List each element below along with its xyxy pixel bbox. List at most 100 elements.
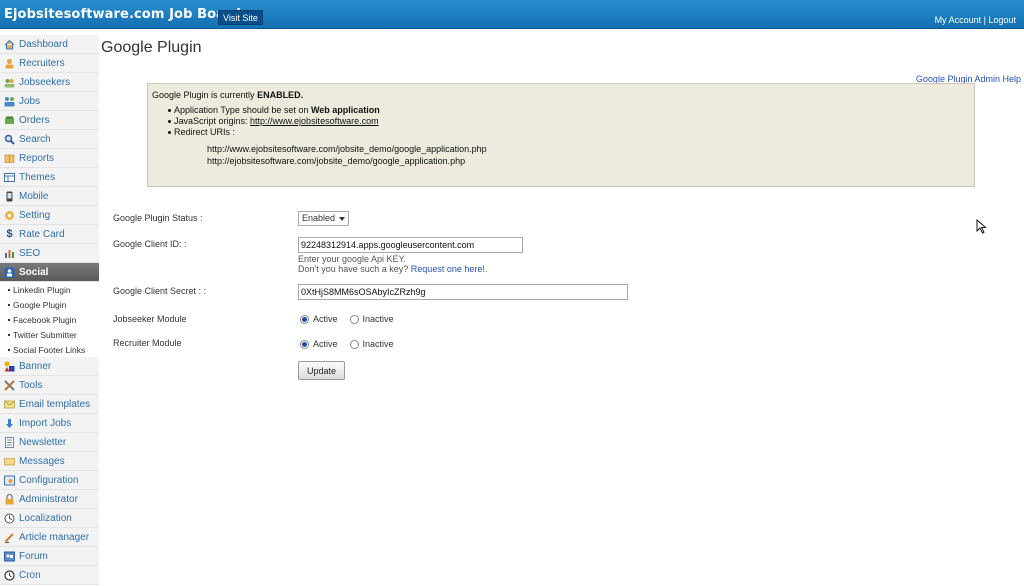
jobseeker-module-label: Jobseeker Module (113, 314, 187, 324)
status-value: ENABLED. (257, 90, 304, 100)
subnav-label: Twitter Submitter (13, 329, 77, 340)
sidebar-item-email-templates[interactable]: Email templates (0, 395, 99, 414)
envelope-icon (4, 399, 15, 410)
visit-site-button[interactable]: Visit Site (218, 10, 263, 25)
sidebar-item-label: Email templates (19, 398, 91, 410)
sidebar-item-administrator[interactable]: Administrator (0, 490, 99, 509)
status-select-value: Enabled (302, 213, 336, 223)
sidebar-item-rate-card[interactable]: $ Rate Card (0, 225, 99, 244)
subnav-social-footer-links[interactable]: Social Footer Links (0, 342, 99, 357)
jobseeker-active-radio[interactable] (300, 314, 309, 324)
bullet-icon (8, 333, 10, 336)
status-prefix: Google Plugin is currently (152, 90, 258, 100)
sidebar-item-cron[interactable]: Cron (0, 566, 99, 585)
plugin-status-line: Google Plugin is currently ENABLED. (152, 90, 970, 100)
sidebar-item-import-jobs[interactable]: Import Jobs (0, 414, 99, 433)
recruiter-inactive-radio[interactable] (349, 339, 359, 349)
request-key-link[interactable]: Request one here! (411, 264, 485, 274)
top-bar: Ejobsitesoftware.com Job Board Visit Sit… (0, 0, 1024, 29)
sidebar-item-label: SEO (19, 247, 41, 259)
client-id-hint: Enter your google Api KEY. (298, 254, 406, 264)
sidebar-item-label: Mobile (19, 190, 49, 202)
radio-label: Inactive (362, 339, 394, 349)
sidebar-item-label: Messages (19, 455, 65, 467)
share-icon (4, 267, 15, 278)
sidebar-item-orders[interactable]: Orders (0, 111, 99, 130)
sidebar-item-jobs[interactable]: Jobs (0, 92, 99, 111)
subnav-linkedin-plugin[interactable]: Linkedin Plugin (0, 282, 99, 297)
sidebar-item-label: Search (19, 133, 51, 145)
magnifier-icon (4, 134, 15, 145)
sidebar-item-localization[interactable]: Localization (0, 509, 99, 528)
logout-link[interactable]: Logout (988, 15, 1016, 25)
origin-link[interactable]: http://www.ejobsitesoftware.com (250, 116, 379, 126)
plugin-info-box: Google Plugin is currently ENABLED. Appl… (147, 83, 975, 187)
sidebar-item-mobile[interactable]: Mobile (0, 187, 99, 206)
book-icon (4, 153, 15, 164)
sidebar-item-label: Tools (19, 379, 43, 391)
bullet-icon (8, 318, 10, 321)
sidebar-item-forum[interactable]: Forum (0, 547, 99, 566)
sidebar-item-label: Configuration (19, 474, 79, 486)
sidebar-item-setting[interactable]: Setting (0, 206, 99, 225)
sidebar-item-article-manager[interactable]: Article manager (0, 528, 99, 547)
sidebar-item-banner[interactable]: Banner (0, 357, 99, 376)
info-item: JavaScript origins: http://www.ejobsites… (168, 116, 970, 127)
chevron-down-icon (339, 217, 345, 221)
sidebar-item-tools[interactable]: Tools (0, 376, 99, 395)
users-icon (4, 77, 15, 88)
sidebar-item-label: Dashboard (19, 38, 68, 50)
mouse-cursor-icon (976, 219, 987, 234)
brand-title[interactable]: Ejobsitesoftware.com Job Board (4, 7, 241, 22)
chart-icon (4, 248, 15, 259)
bullet-icon (8, 348, 10, 351)
people-icon (4, 96, 15, 107)
hint-text: . (484, 264, 488, 274)
tools-icon (4, 379, 15, 391)
sidebar-item-label: Localization (19, 512, 72, 524)
sidebar: Dashboard Recruiters Jobseekers Jobs Ord… (0, 35, 99, 586)
jobseeker-inactive-radio[interactable] (349, 314, 359, 324)
status-label: Google Plugin Status : (113, 213, 203, 223)
client-id-field[interactable]: 92248312914.apps.googleusercontent.com (298, 237, 523, 253)
subnav-google-plugin[interactable]: Google Plugin (0, 297, 99, 312)
sidebar-item-label: Jobseekers (19, 76, 71, 88)
radio-label: Inactive (362, 314, 394, 324)
account-separator: | (983, 15, 986, 25)
client-secret-field[interactable]: 0XtHjS8MM6sOSAbyIcZRzh9g (298, 284, 628, 300)
sidebar-item-label: Setting (19, 209, 51, 221)
house-icon (4, 39, 15, 50)
sidebar-item-recruiters[interactable]: Recruiters (0, 54, 99, 73)
sidebar-item-label: Reports (19, 152, 55, 164)
user-icon (4, 58, 15, 69)
update-button[interactable]: Update (298, 361, 345, 380)
sidebar-item-jobseekers[interactable]: Jobseekers (0, 73, 99, 92)
sidebar-item-messages[interactable]: Messages (0, 452, 99, 471)
bullet-icon (8, 288, 10, 291)
client-id-hint-2: Don't you have such a key? Request one h… (298, 264, 487, 274)
sidebar-item-label: Article manager (19, 531, 90, 543)
sidebar-item-themes[interactable]: Themes (0, 168, 99, 187)
sidebar-item-label: Rate Card (19, 228, 65, 240)
recruiter-active-radio[interactable] (300, 339, 309, 349)
redirect-uri: http://www.ejobsitesoftware.com/jobsite_… (207, 144, 487, 154)
subnav-label: Linkedin Plugin (13, 284, 71, 295)
info-text: JavaScript origins: (174, 116, 251, 126)
sidebar-item-newsletter[interactable]: Newsletter (0, 433, 99, 452)
sidebar-item-configuration[interactable]: Configuration (0, 471, 99, 490)
sidebar-item-social[interactable]: Social (0, 263, 99, 282)
social-submenu: Linkedin Plugin Google Plugin Facebook P… (0, 282, 99, 357)
subnav-facebook-plugin[interactable]: Facebook Plugin (0, 312, 99, 327)
globe-icon (4, 513, 15, 524)
sidebar-item-reports[interactable]: Reports (0, 149, 99, 168)
sidebar-item-search[interactable]: Search (0, 130, 99, 149)
subnav-twitter-submitter[interactable]: Twitter Submitter (0, 327, 99, 342)
my-account-link[interactable]: My Account (935, 15, 982, 25)
download-icon (4, 418, 15, 429)
sidebar-item-dashboard[interactable]: Dashboard (0, 35, 99, 54)
shapes-icon (4, 361, 15, 372)
dollar-icon: $ (6, 228, 13, 240)
phone-icon (4, 191, 15, 202)
sidebar-item-seo[interactable]: SEO (0, 244, 99, 263)
status-select[interactable]: Enabled (298, 211, 349, 226)
